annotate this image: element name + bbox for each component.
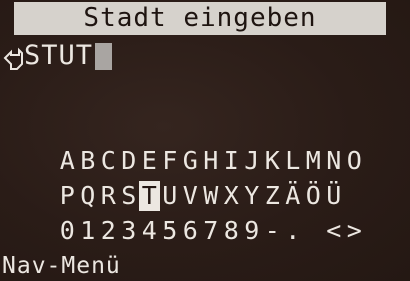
key-9[interactable]: 9 — [242, 216, 263, 246]
key-J[interactable]: J — [242, 146, 263, 176]
screen-title: Stadt eingeben — [14, 2, 386, 35]
key-5[interactable]: 5 — [160, 216, 181, 246]
key-2[interactable]: 2 — [98, 216, 119, 246]
key-Q[interactable]: Q — [78, 181, 99, 211]
key-Z[interactable]: Z — [262, 181, 283, 211]
key-I[interactable]: I — [221, 146, 242, 176]
key-Ä[interactable]: Ä — [283, 181, 304, 211]
key-0[interactable]: 0 — [57, 216, 78, 246]
key-G[interactable]: G — [180, 146, 201, 176]
key-V[interactable]: V — [180, 181, 201, 211]
key-N[interactable]: N — [324, 146, 345, 176]
keyboard-row: ABCDEFGHIJKLMNO — [57, 146, 365, 178]
key-6[interactable]: 6 — [180, 216, 201, 246]
key-3[interactable]: 3 — [119, 216, 140, 246]
keyboard-row: 0123456789-. < > — [57, 216, 365, 248]
key-M[interactable]: M — [303, 146, 324, 176]
key-Ü[interactable]: Ü — [324, 181, 345, 211]
key-K[interactable]: K — [262, 146, 283, 176]
key-<[interactable]: < — [324, 216, 345, 246]
key-4[interactable]: 4 — [139, 216, 160, 246]
key-E[interactable]: E — [139, 146, 160, 176]
navigation-screen: Stadt eingeben STUT ABCDEFGHIJKLMNOPQRST… — [0, 0, 410, 281]
key-Ö[interactable]: Ö — [303, 181, 324, 211]
key-A[interactable]: A — [57, 146, 78, 176]
nav-menu-button[interactable]: Nav-Menü — [2, 252, 121, 280]
city-input-value: STUT — [24, 40, 94, 71]
key-W[interactable]: W — [201, 181, 222, 211]
key-H[interactable]: H — [201, 146, 222, 176]
key-R[interactable]: R — [98, 181, 119, 211]
key-L[interactable]: L — [283, 146, 304, 176]
key-Y[interactable]: Y — [242, 181, 263, 211]
key-P[interactable]: P — [57, 181, 78, 211]
key-S[interactable]: S — [119, 181, 140, 211]
key-X[interactable]: X — [221, 181, 242, 211]
keyboard-row: PQRSTUVWXYZÄÖÜ — [57, 181, 365, 213]
key-7[interactable]: 7 — [201, 216, 222, 246]
key--[interactable]: - — [262, 216, 283, 246]
key->[interactable]: > — [344, 216, 365, 246]
key-space[interactable] — [303, 216, 324, 246]
key-T[interactable]: T — [139, 181, 160, 211]
key-F[interactable]: F — [160, 146, 181, 176]
hand-pointer-icon — [3, 47, 23, 70]
key-.[interactable]: . — [283, 216, 304, 246]
key-C[interactable]: C — [98, 146, 119, 176]
key-1[interactable]: 1 — [78, 216, 99, 246]
character-keyboard: ABCDEFGHIJKLMNOPQRSTUVWXYZÄÖÜ0123456789-… — [57, 146, 365, 251]
text-cursor — [95, 42, 113, 70]
city-input[interactable]: STUT — [2, 40, 113, 72]
key-O[interactable]: O — [344, 146, 365, 176]
key-B[interactable]: B — [78, 146, 99, 176]
key-8[interactable]: 8 — [221, 216, 242, 246]
key-U[interactable]: U — [160, 181, 181, 211]
key-D[interactable]: D — [119, 146, 140, 176]
